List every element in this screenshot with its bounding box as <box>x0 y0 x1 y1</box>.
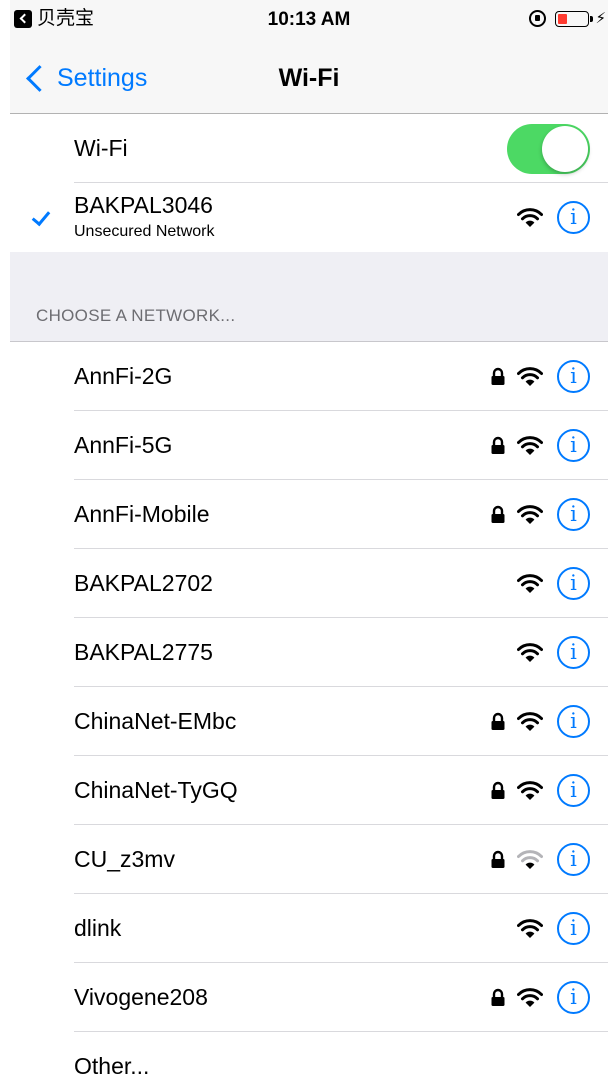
other-network-row[interactable]: Other... <box>10 1032 608 1079</box>
lock-icon <box>491 781 505 799</box>
network-row[interactable]: dlink i <box>10 894 608 963</box>
page-title: Wi-Fi <box>278 64 340 92</box>
network-icons: i <box>487 342 590 411</box>
network-row[interactable]: CU_z3mv i <box>10 825 608 894</box>
network-icons: i <box>487 825 590 894</box>
lock-icon <box>491 505 505 523</box>
network-name: BAKPAL2702 <box>74 570 213 596</box>
wifi-signal-icon <box>517 987 543 1007</box>
info-button[interactable]: i <box>557 705 590 738</box>
wifi-signal-icon <box>517 435 543 455</box>
wifi-signal-icon <box>517 366 543 386</box>
network-row[interactable]: Vivogene208 i <box>10 963 608 1032</box>
wifi-toggle-switch[interactable] <box>507 124 590 174</box>
network-name: CU_z3mv <box>74 846 175 872</box>
wifi-settings-screen: 贝壳宝 10:13 AM ⚡ Settings Wi-Fi Wi-Fi BAKP… <box>10 0 608 1079</box>
wifi-signal-icon <box>517 207 543 227</box>
network-icons: i <box>487 756 590 825</box>
network-name: AnnFi-5G <box>74 432 173 458</box>
lock-icon <box>491 712 505 730</box>
info-button[interactable]: i <box>557 360 590 393</box>
connected-network-subtitle: Unsecured Network <box>74 223 215 240</box>
info-button[interactable]: i <box>557 498 590 531</box>
network-row[interactable]: AnnFi-Mobile i <box>10 480 608 549</box>
info-button[interactable]: i <box>557 636 590 669</box>
network-icons: i <box>517 894 590 963</box>
wifi-signal-icon <box>517 780 543 800</box>
info-button[interactable]: i <box>557 201 590 234</box>
navigation-bar: Settings Wi-Fi <box>10 40 608 114</box>
lock-icon <box>491 436 505 454</box>
wifi-group: Wi-Fi BAKPAL3046 Unsecured Network i <box>10 114 608 252</box>
wifi-signal-icon <box>517 504 543 524</box>
network-name: dlink <box>74 915 122 941</box>
network-name: AnnFi-Mobile <box>74 501 210 527</box>
network-icons: i <box>517 549 590 618</box>
other-network-label: Other... <box>74 1053 150 1079</box>
wifi-signal-icon <box>517 573 543 593</box>
network-row[interactable]: BAKPAL2775 i <box>10 618 608 687</box>
network-row[interactable]: AnnFi-2G i <box>10 342 608 411</box>
info-button[interactable]: i <box>557 567 590 600</box>
network-row[interactable]: BAKPAL2702 i <box>10 549 608 618</box>
charging-icon: ⚡ <box>595 9 606 27</box>
lock-icon <box>491 850 505 868</box>
wifi-toggle-label: Wi-Fi <box>74 135 128 161</box>
wifi-signal-icon <box>517 918 543 938</box>
battery-level <box>558 13 567 24</box>
toggle-knob <box>542 126 588 172</box>
network-icons: i <box>487 411 590 480</box>
checkmark-icon <box>31 206 51 227</box>
network-name: AnnFi-2G <box>74 363 173 389</box>
info-button[interactable]: i <box>557 774 590 807</box>
battery-tip <box>590 15 594 22</box>
network-row[interactable]: ChinaNet-TyGQ i <box>10 756 608 825</box>
network-row[interactable]: AnnFi-5G i <box>10 411 608 480</box>
lock-icon <box>491 988 505 1006</box>
status-time: 10:13 AM <box>267 9 351 30</box>
battery-icon <box>555 10 590 27</box>
connected-network-name: BAKPAL3046 <box>74 192 213 218</box>
info-button[interactable]: i <box>557 912 590 945</box>
network-icons: i <box>487 480 590 549</box>
network-row[interactable]: ChinaNet-EMbc i <box>10 687 608 756</box>
wifi-signal-icon <box>517 849 543 869</box>
network-icons: i <box>487 687 590 756</box>
wifi-signal-icon <box>517 711 543 731</box>
network-name: Vivogene208 <box>74 984 208 1010</box>
network-name: ChinaNet-EMbc <box>74 708 237 734</box>
network-name: ChinaNet-TyGQ <box>74 777 238 803</box>
connected-network-icons: i <box>517 183 590 252</box>
status-bar: 贝壳宝 10:13 AM ⚡ <box>10 0 608 40</box>
info-button[interactable]: i <box>557 981 590 1014</box>
section-header: CHOOSE A NETWORK... <box>36 306 236 325</box>
status-indicators: ⚡ <box>529 10 606 27</box>
wifi-signal-icon <box>517 642 543 662</box>
connected-network-row[interactable]: BAKPAL3046 Unsecured Network i <box>10 183 608 252</box>
network-list: AnnFi-2G i AnnFi-5G i AnnFi-Mobile i BAKPAL270… <box>10 341 608 1079</box>
wifi-toggle-row: Wi-Fi <box>10 114 608 183</box>
info-button[interactable]: i <box>557 843 590 876</box>
network-name: BAKPAL2775 <box>74 639 213 665</box>
info-button[interactable]: i <box>557 429 590 462</box>
lock-icon <box>491 367 505 385</box>
network-icons: i <box>487 963 590 1032</box>
network-icons: i <box>517 618 590 687</box>
orientation-lock-icon <box>529 10 547 27</box>
